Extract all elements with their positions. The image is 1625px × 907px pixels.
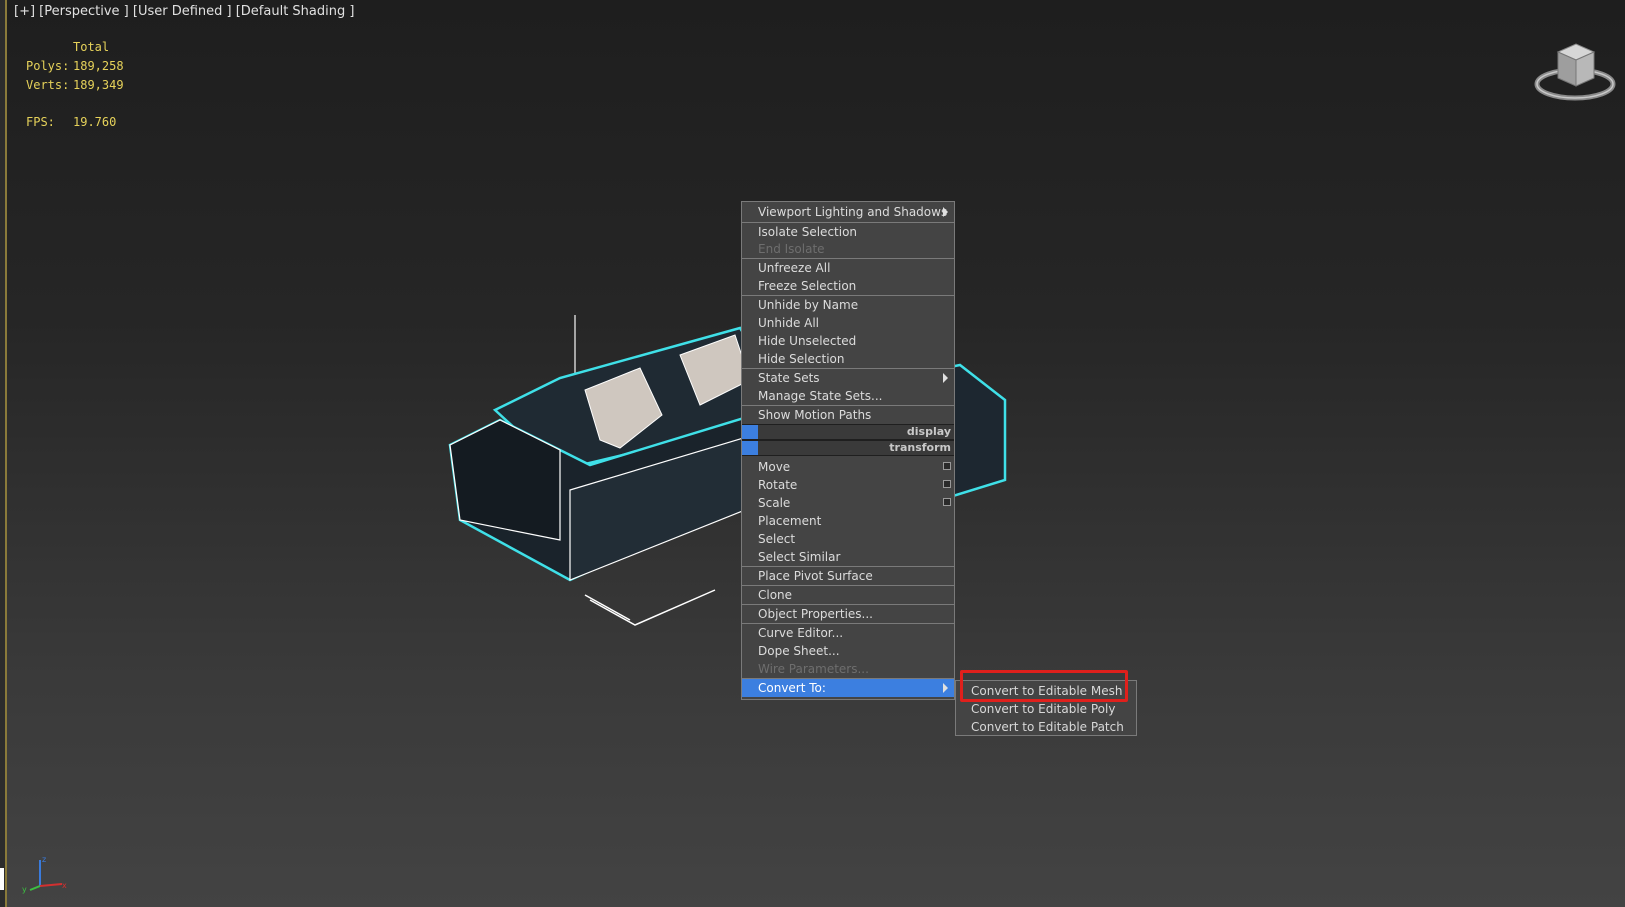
menu-item-place-pivot-surface[interactable]: Place Pivot Surface [742,567,954,585]
viewport-left-border [0,0,7,907]
quad-header-display-label: display [906,425,951,438]
quad-menu: Viewport Lighting and Shadows Isolate Se… [741,201,955,700]
viewcube-icon[interactable] [1530,36,1620,106]
quad-color-swatch [742,441,758,455]
options-box-icon[interactable] [943,480,951,488]
options-box-icon[interactable] [943,498,951,506]
menu-item-scale[interactable]: Scale [742,494,954,512]
annotation-highlight-box [960,670,1128,702]
stats-polys-value: 189,258 [73,59,124,73]
submenu-item-convert-to-editable-patch[interactable]: Convert to Editable Patch [956,718,1136,736]
stats-verts-value: 189,349 [73,78,124,92]
quad-header-display[interactable]: display [742,424,954,440]
menu-item-select[interactable]: Select [742,530,954,548]
menu-item-viewport-lighting-and-shadows[interactable]: Viewport Lighting and Shadows [742,203,954,221]
menu-item-isolate-selection[interactable]: Isolate Selection [742,223,954,241]
quad-color-swatch [742,425,758,439]
menu-item-hide-selection[interactable]: Hide Selection [742,350,954,368]
menu-item-unhide-all[interactable]: Unhide All [742,314,954,332]
menu-item-select-similar[interactable]: Select Similar [742,548,954,566]
submenu-item-convert-to-editable-poly[interactable]: Convert to Editable Poly [956,700,1136,718]
menu-item-clone[interactable]: Clone [742,586,954,604]
menu-item-curve-editor[interactable]: Curve Editor... [742,624,954,642]
quad-header-transform-label: transform [889,441,951,454]
menu-item-state-sets[interactable]: State Sets [742,369,954,387]
stats-verts-label: Verts: [26,78,70,92]
menu-item-convert-to[interactable]: Convert To: [742,679,954,697]
menu-item-move[interactable]: Move [742,458,954,476]
menu-item-placement[interactable]: Placement [742,512,954,530]
stats-fps-label: FPS: [26,115,55,129]
menu-item-dope-sheet[interactable]: Dope Sheet... [742,642,954,660]
submenu-arrow-icon [943,207,948,217]
axis-tripod-icon: z x y [22,855,67,894]
menu-item-manage-state-sets[interactable]: Manage State Sets... [742,387,954,405]
svg-text:z: z [42,855,46,864]
menu-item-freeze-selection[interactable]: Freeze Selection [742,277,954,295]
stats-fps-value: 19.760 [73,115,117,129]
menu-item-show-motion-paths[interactable]: Show Motion Paths [742,406,954,424]
menu-item-end-isolate: End Isolate [758,242,825,256]
stats-total-header: Total [73,40,110,54]
quad-header-transform[interactable]: transform [742,440,954,456]
svg-text:x: x [62,881,67,890]
submenu-arrow-icon [943,683,948,693]
menu-item-hide-unselected[interactable]: Hide Unselected [742,332,954,350]
options-box-icon[interactable] [943,462,951,470]
stats-polys-label: Polys: [26,59,70,73]
menu-item-rotate[interactable]: Rotate [742,476,954,494]
submenu-arrow-icon [943,373,948,383]
viewport-label-menu[interactable]: [+] [Perspective ] [User Defined ] [Defa… [14,4,354,19]
menu-item-wire-parameters: Wire Parameters... [758,662,869,676]
svg-text:y: y [22,885,27,894]
viewport-edge-marker [0,868,4,890]
menu-item-object-properties[interactable]: Object Properties... [742,605,954,623]
menu-item-unhide-by-name[interactable]: Unhide by Name [742,296,954,314]
menu-item-unfreeze-all[interactable]: Unfreeze All [742,259,954,277]
